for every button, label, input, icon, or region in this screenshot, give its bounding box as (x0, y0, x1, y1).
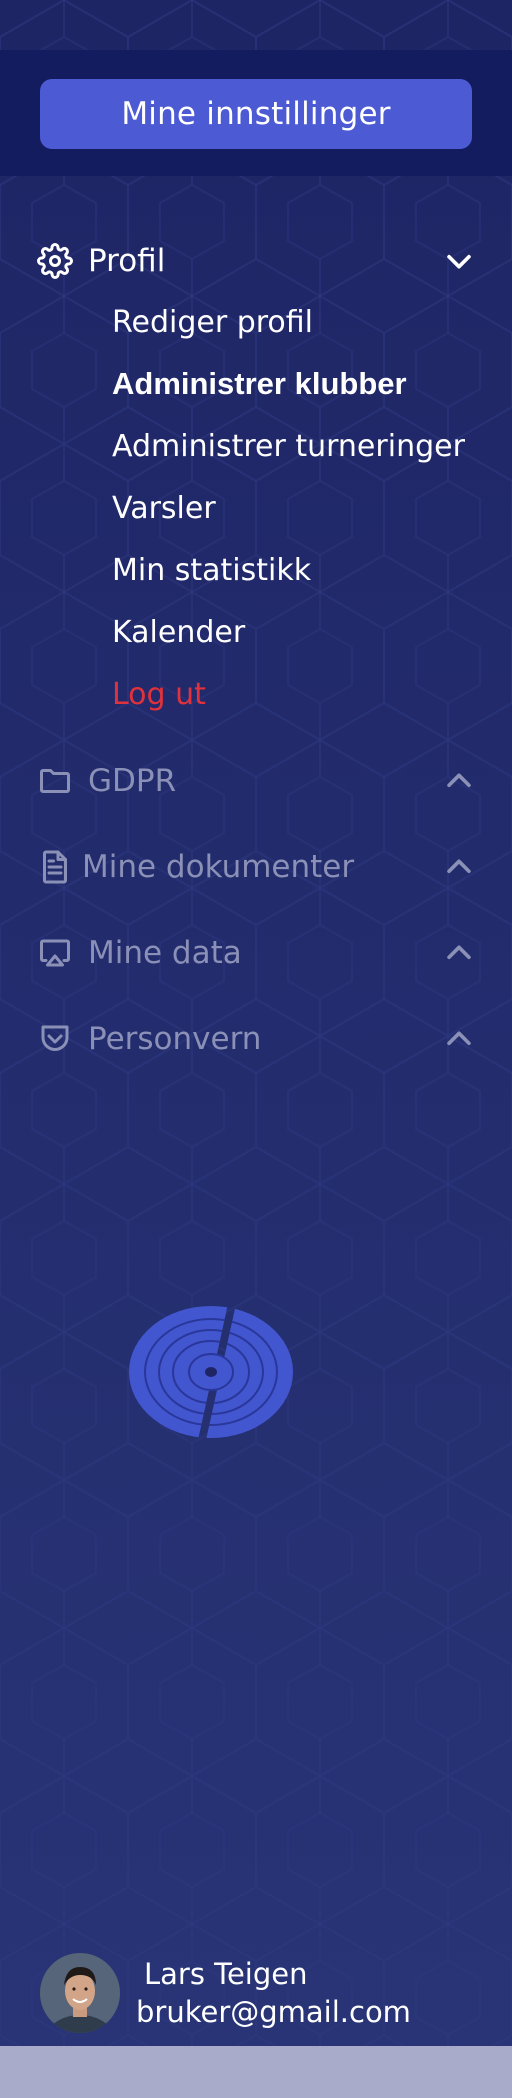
user-name: Lars Teigen (144, 1957, 308, 1991)
chevron-down-icon[interactable] (442, 244, 476, 278)
gear-icon (36, 242, 74, 280)
side-menu-panel: Mine innstillinger Profil Rediger profil… (0, 0, 512, 2046)
shield-check-icon (36, 1020, 74, 1058)
footer-strip (0, 2046, 512, 2098)
chevron-up-icon[interactable] (442, 936, 476, 970)
user-profile-block[interactable]: Lars Teigen bruker@gmail.com (40, 1953, 480, 2035)
menu-section-gdpr[interactable]: GDPR (36, 756, 476, 806)
submenu-item-notifications[interactable]: Varsler (112, 486, 216, 530)
submenu-item-manage-clubs[interactable]: Administrer klubber (112, 362, 407, 406)
submenu-item-calendar[interactable]: Kalender (112, 610, 245, 654)
chevron-up-icon[interactable] (442, 850, 476, 884)
screen-share-icon (36, 934, 74, 972)
menu-section-my-data[interactable]: Mine data (36, 928, 476, 978)
logout-link[interactable]: Log ut (112, 672, 206, 716)
menu-section-privacy[interactable]: Personvern (36, 1014, 476, 1064)
submenu-item-edit-profile[interactable]: Rediger profil (112, 300, 313, 344)
user-email: bruker@gmail.com (136, 1995, 411, 2029)
document-icon (36, 848, 74, 886)
menu-section-label: Mine dokumenter (82, 849, 355, 885)
menu-section-label: GDPR (88, 763, 177, 799)
folder-icon (36, 762, 74, 800)
avatar[interactable] (40, 1953, 120, 2033)
menu-section-label: Profil (88, 243, 166, 279)
menu-section-label: Personvern (88, 1021, 262, 1057)
chevron-up-icon[interactable] (442, 1022, 476, 1056)
menu-section-documents[interactable]: Mine dokumenter (36, 842, 476, 892)
submenu-item-manage-tournaments[interactable]: Administrer turneringer (112, 424, 465, 468)
app-logo (129, 1306, 293, 1438)
chevron-up-icon[interactable] (442, 764, 476, 798)
submenu-item-my-statistics[interactable]: Min statistikk (112, 548, 311, 592)
my-settings-button[interactable]: Mine innstillinger (40, 79, 472, 149)
menu-section-label: Mine data (88, 935, 242, 971)
menu-section-profile[interactable]: Profil (36, 236, 476, 286)
